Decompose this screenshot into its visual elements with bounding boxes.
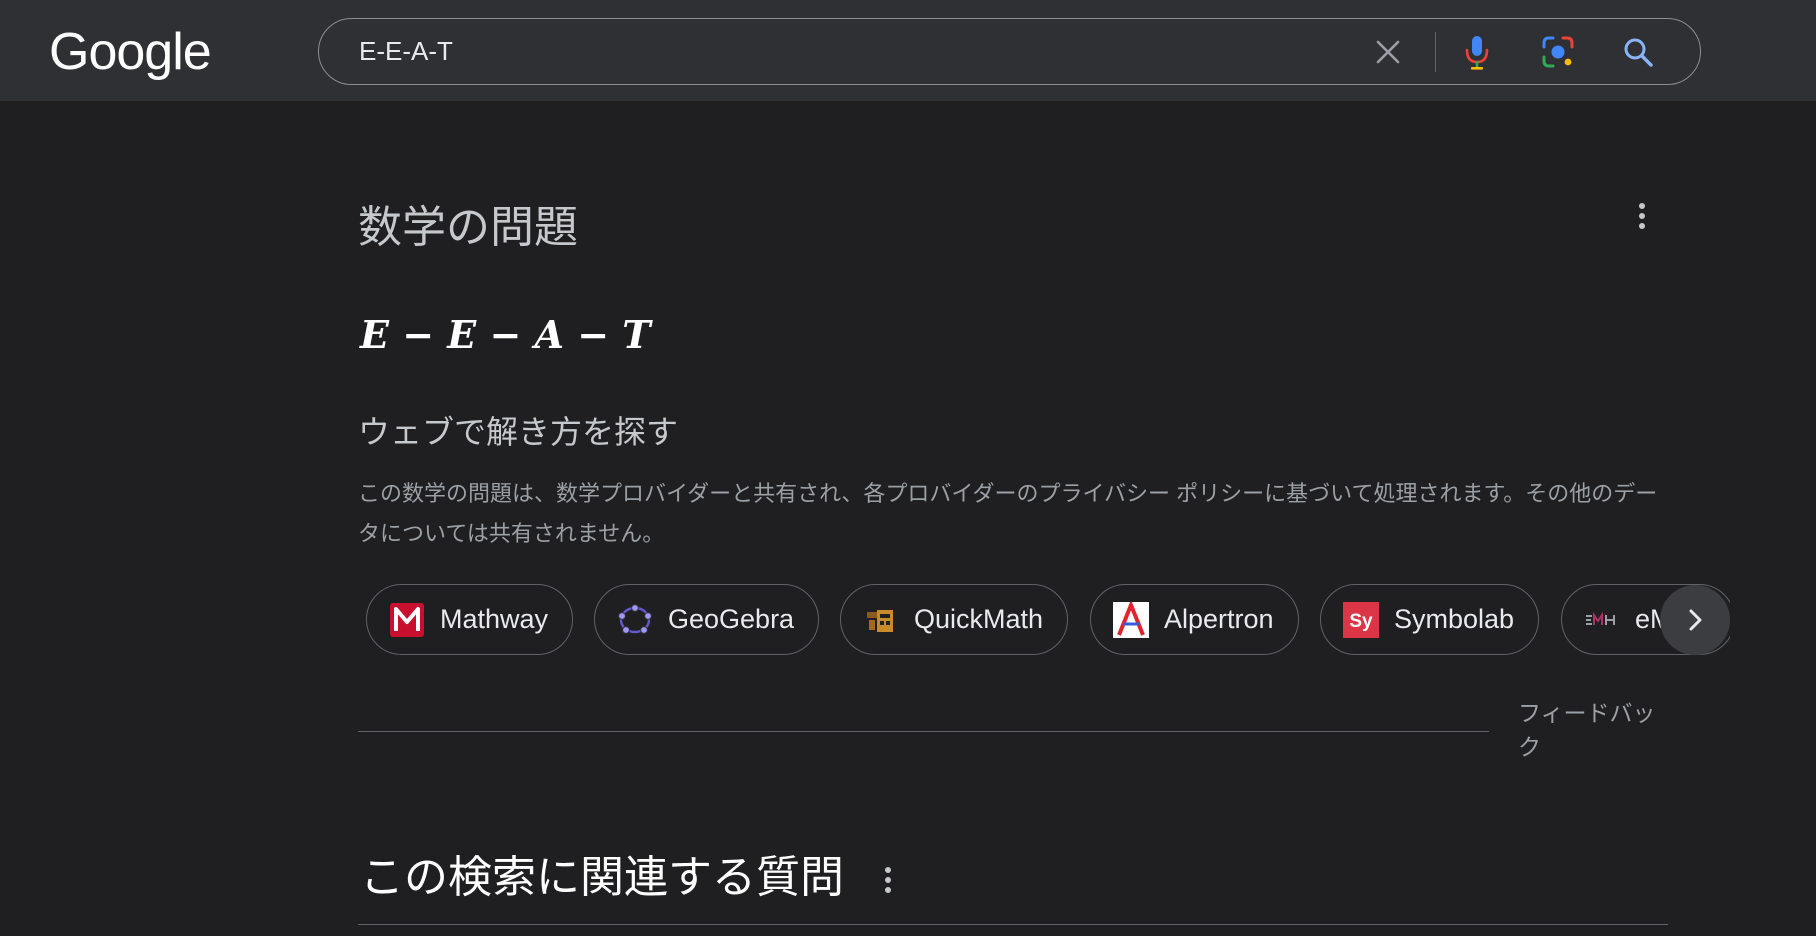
emath-logo	[1584, 602, 1620, 638]
privacy-disclaimer: この数学の問題は、数学プロバイダーと共有され、各プロバイダーのプライバシー ポリ…	[358, 481, 1658, 546]
search-box[interactable]	[318, 18, 1701, 85]
more-options-icon[interactable]	[876, 862, 900, 898]
menu-dot	[885, 877, 891, 883]
quickmath-logo	[863, 602, 899, 638]
related-questions-title: この検索に関連する質問	[360, 853, 844, 902]
provider-chip-mathway[interactable]: Mathway	[366, 584, 574, 655]
chevron-right-icon[interactable]	[1660, 585, 1730, 655]
menu-dot	[1639, 223, 1645, 229]
google-logo[interactable]: Google	[49, 22, 212, 82]
provider-label: Mathway	[440, 604, 549, 634]
provider-label: GeoGebra	[668, 604, 795, 634]
math-expression: E − E − A − T	[360, 312, 651, 357]
menu-dot	[885, 867, 891, 873]
provider-chip-symbolab[interactable]: Sy Symbolab	[1320, 584, 1540, 655]
provider-chip-quickmath[interactable]: QuickMath	[840, 584, 1069, 655]
menu-dot	[1639, 213, 1645, 219]
provider-label: Alpertron	[1164, 604, 1274, 634]
search-icon[interactable]	[1621, 35, 1655, 69]
search-divider	[1435, 32, 1436, 72]
search-input[interactable]	[359, 19, 1259, 84]
math-card-title: 数学の問題	[358, 203, 578, 252]
provider-chip-alpertron[interactable]: Alpertron	[1090, 584, 1299, 655]
close-icon[interactable]	[1371, 35, 1405, 69]
mathway-logo	[389, 602, 425, 638]
svg-text:Sy: Sy	[1349, 611, 1373, 632]
lens-icon[interactable]	[1541, 35, 1575, 69]
feedback-link[interactable]: フィードバック	[1518, 696, 1668, 764]
more-options-icon[interactable]	[1630, 198, 1654, 234]
alpertron-logo	[1113, 601, 1149, 638]
solve-on-web-heading: ウェブで解き方を探す	[358, 414, 679, 450]
header-bar: Google	[0, 0, 1816, 101]
geogebra-logo	[617, 602, 653, 638]
symbolab-logo: Sy	[1343, 601, 1379, 638]
provider-label: Symbolab	[1394, 604, 1515, 634]
divider	[358, 924, 1668, 925]
menu-dot	[885, 887, 891, 893]
mic-icon[interactable]	[1460, 35, 1494, 70]
provider-label: QuickMath	[914, 604, 1044, 634]
provider-chip-geogebra[interactable]: GeoGebra	[594, 584, 820, 655]
provider-chips: Mathway GeoGebra QuickMath Alpertron Sy …	[366, 584, 1730, 656]
divider	[358, 731, 1489, 732]
menu-dot	[1639, 203, 1645, 209]
